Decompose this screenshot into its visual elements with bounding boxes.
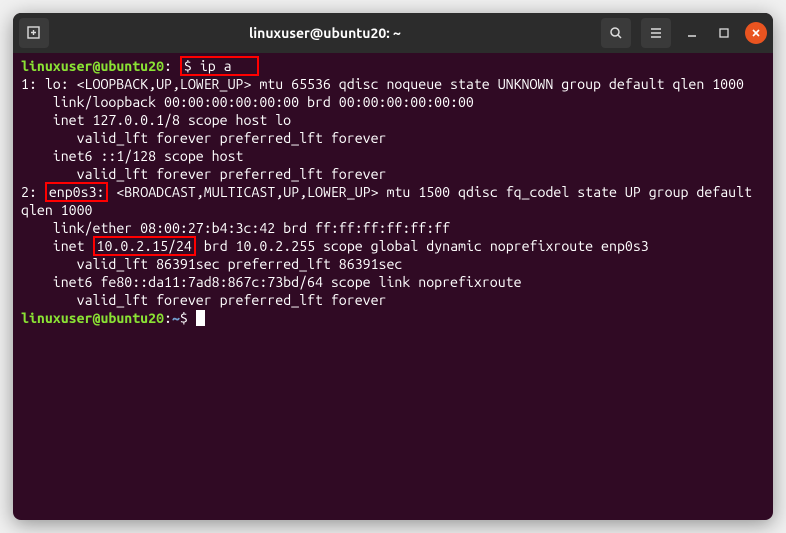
minimize-icon — [686, 27, 698, 39]
hamburger-icon — [648, 25, 664, 41]
prompt-line-1: linuxuser@ubuntu20: $ ip a — [21, 57, 765, 75]
prompt-line-2: linuxuser@ubuntu20:~$ — [21, 309, 765, 327]
new-tab-icon — [26, 25, 42, 41]
command-trailing — [232, 58, 256, 74]
window-title: linuxuser@ubuntu20: ~ — [55, 25, 595, 41]
prompt-user: linuxuser@ubuntu20 — [21, 310, 164, 326]
ip-address: 10.0.2.15/24 — [97, 238, 192, 254]
terminal-window: linuxuser@ubuntu20: ~ — [13, 13, 773, 520]
titlebar-left — [19, 18, 49, 48]
output-line: valid_lft 86391sec preferred_lft 86391se… — [21, 255, 765, 273]
ip-highlight: 10.0.2.15/24 — [93, 236, 196, 256]
prompt-path: ~ — [172, 310, 180, 326]
output-line: valid_lft forever preferred_lft forever — [21, 291, 765, 309]
menu-button[interactable] — [641, 18, 671, 48]
prompt-dollar: $ — [180, 310, 188, 326]
prompt-colon: : — [164, 58, 172, 74]
search-button[interactable] — [601, 18, 631, 48]
prompt-path-space — [172, 58, 180, 74]
minimize-button[interactable] — [681, 22, 703, 44]
inet-rest: brd 10.0.2.255 scope global dynamic nopr… — [196, 238, 649, 254]
close-icon — [750, 27, 762, 39]
cursor — [196, 310, 205, 326]
terminal-body[interactable]: linuxuser@ubuntu20: $ ip a 1: lo: <LOOPB… — [13, 53, 773, 520]
prompt-space — [188, 310, 196, 326]
interface-name: enp0s3: — [49, 184, 105, 200]
close-button[interactable] — [745, 22, 767, 44]
output-line: valid_lft forever preferred_lft forever — [21, 165, 765, 183]
output-line: link/loopback 00:00:00:00:00:00 brd 00:0… — [21, 93, 765, 111]
titlebar: linuxuser@ubuntu20: ~ — [13, 13, 773, 53]
search-icon — [608, 25, 624, 41]
iface2-rest: <BROADCAST,MULTICAST,UP,LOWER_UP> mtu 15… — [21, 184, 760, 218]
output-line: link/ether 08:00:27:b4:3c:42 brd ff:ff:f… — [21, 219, 765, 237]
output-line-iface2: 2: enp0s3: <BROADCAST,MULTICAST,UP,LOWER… — [21, 183, 765, 219]
output-line: inet6 fe80::da11:7ad8:867c:73bd/64 scope… — [21, 273, 765, 291]
output-line: inet 127.0.0.1/8 scope host lo — [21, 111, 765, 129]
new-tab-button[interactable] — [19, 18, 49, 48]
output-line: inet6 ::1/128 scope host — [21, 147, 765, 165]
prompt-dollar: $ — [184, 58, 192, 74]
output-line: 1: lo: <LOOPBACK,UP,LOWER_UP> mtu 65536 … — [21, 75, 765, 93]
titlebar-right — [601, 18, 767, 48]
maximize-button[interactable] — [713, 22, 735, 44]
command-text: ip a — [200, 58, 232, 74]
command-space — [192, 58, 200, 74]
command-highlight: $ ip a — [180, 56, 260, 76]
prompt-colon: : — [164, 310, 172, 326]
maximize-icon — [718, 27, 730, 39]
output-line-inet: inet 10.0.2.15/24 brd 10.0.2.255 scope g… — [21, 237, 765, 255]
inet-prefix: inet — [21, 238, 93, 254]
iface2-prefix: 2: — [21, 184, 45, 200]
interface-highlight: enp0s3: — [45, 182, 109, 202]
prompt-user: linuxuser@ubuntu20 — [21, 58, 164, 74]
output-line: valid_lft forever preferred_lft forever — [21, 129, 765, 147]
